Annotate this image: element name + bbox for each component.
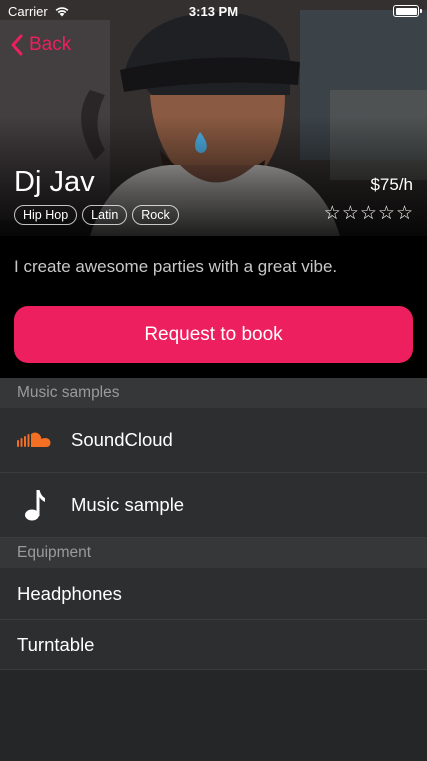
request-to-book-button[interactable]: Request to book [14,306,413,363]
list-item-music-sample[interactable]: Music sample [0,473,427,538]
list-item-headphones[interactable]: Headphones [0,568,427,620]
genre-tag: Latin [82,205,128,225]
battery-level [395,7,417,15]
dj-name: Dj Jav [14,166,95,198]
music-note-icon [17,488,53,522]
back-label: Back [29,34,72,55]
genre-tag: Rock [132,205,179,225]
list-item-turntable[interactable]: Turntable [0,620,427,670]
section-header-music: Music samples [0,378,427,408]
star-icon: ☆ [359,203,377,224]
chevron-left-icon [11,34,23,56]
status-bar: Carrier 3:13 PM [0,0,427,22]
star-icon: ☆ [341,203,359,224]
row-label: Turntable [17,633,95,655]
star-icon: ☆ [323,203,341,224]
battery-icon [393,5,422,17]
soundcloud-icon [17,431,53,449]
genre-tag: Hip Hop [14,205,78,225]
wifi-icon [55,7,69,17]
price-label: $75/h [370,175,413,194]
row-label: Headphones [17,582,122,604]
star-icon: ☆ [395,203,413,224]
rating-stars: ☆ ☆ ☆ ☆ ☆ [324,204,413,224]
list-item-soundcloud[interactable]: SoundCloud [0,408,427,473]
row-label: Music sample [71,494,185,515]
section-header-equipment: Equipment [0,538,427,568]
status-left: Carrier [8,4,70,19]
genre-tags: Hip Hop Latin Rock [14,205,179,225]
description-area: I create awesome parties with a great vi… [0,236,427,378]
dj-description: I create awesome parties with a great vi… [14,257,338,276]
star-icon: ☆ [377,203,395,224]
carrier-label: Carrier [8,3,48,19]
back-button[interactable]: Back [10,34,71,56]
row-label: SoundCloud [71,429,173,450]
